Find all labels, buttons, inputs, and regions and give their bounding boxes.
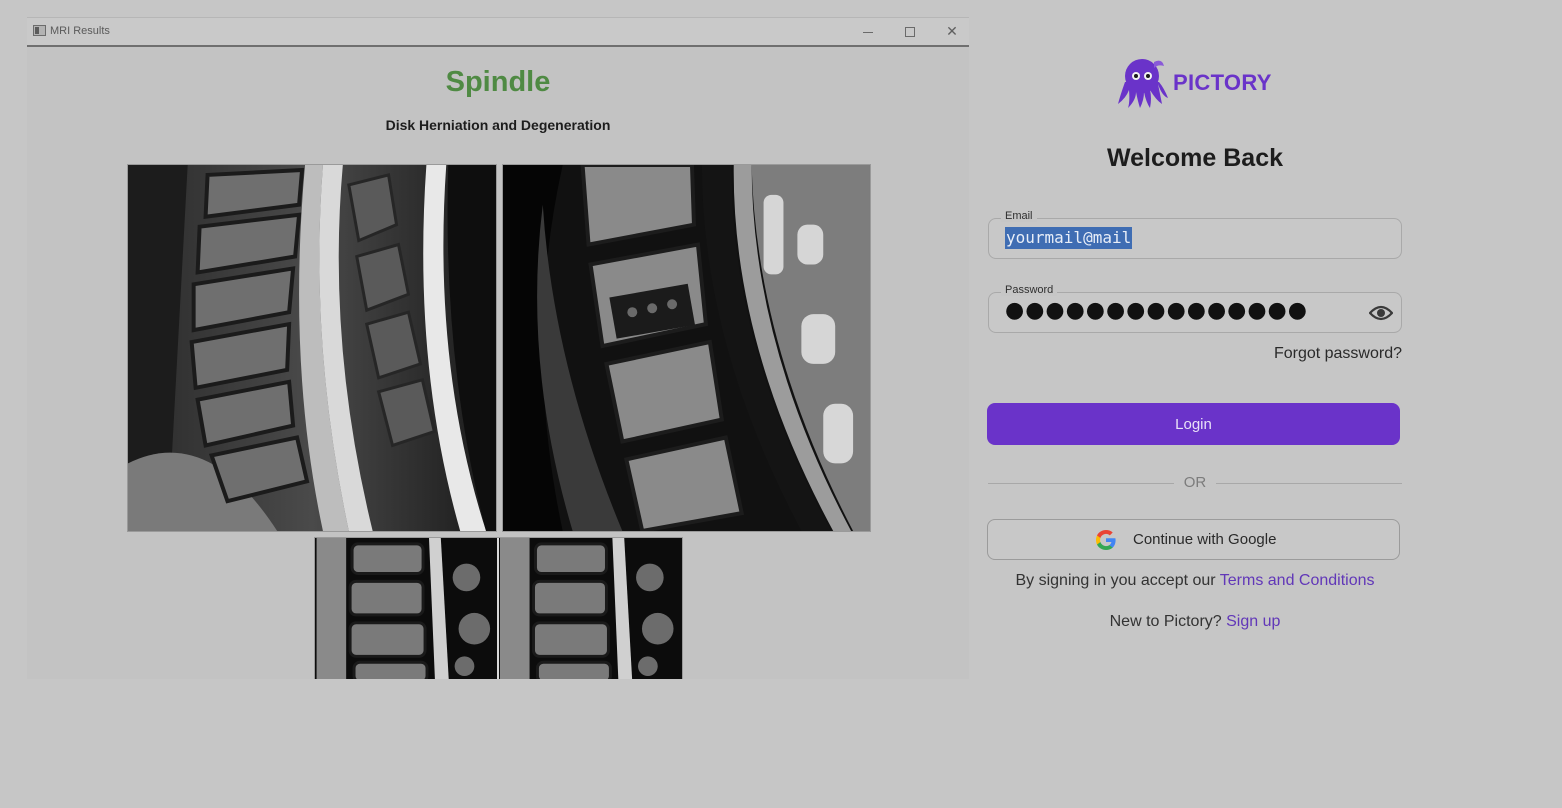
forgot-password-link[interactable]: Forgot password? [1180, 345, 1402, 363]
email-value[interactable]: yourmail@mail [1005, 227, 1133, 249]
continue-with-google-button[interactable]: Continue with Google [987, 519, 1400, 560]
divider-line [988, 483, 1174, 484]
mri-results-window: MRI Results ✕ Spindle Disk Herniation an… [27, 17, 969, 679]
close-button[interactable]: ✕ [937, 21, 967, 43]
signup-prefix: New to Pictory? [1109, 613, 1227, 630]
app-window-icon [33, 25, 46, 36]
signup-link[interactable]: Sign up [1226, 613, 1280, 630]
terms-prefix: By signing in you accept our [1015, 572, 1220, 589]
window-titlebar[interactable]: MRI Results ✕ [27, 18, 969, 47]
google-icon [1096, 530, 1116, 550]
google-button-label: Continue with Google [1133, 531, 1277, 548]
mri-scan-image [128, 165, 496, 531]
maximize-button[interactable] [895, 21, 925, 43]
terms-link[interactable]: Terms and Conditions [1220, 572, 1375, 589]
login-button[interactable]: Login [987, 403, 1400, 445]
close-icon: ✕ [946, 24, 958, 40]
password-label: Password [1001, 284, 1058, 296]
minimize-button[interactable] [853, 21, 883, 43]
maximize-icon [905, 27, 915, 37]
mri-scan-sagittal-t1 [502, 164, 871, 532]
eye-icon[interactable] [1369, 303, 1393, 323]
signup-notice: New to Pictory? Sign up [988, 613, 1402, 631]
brand-name: PICTORY [1173, 70, 1272, 95]
page-title: Welcome Back [1106, 144, 1283, 172]
window-title: MRI Results [50, 25, 110, 37]
terms-notice: By signing in you accept our Terms and C… [988, 572, 1402, 590]
minimize-icon [863, 31, 873, 33]
mri-scan-slices [314, 537, 683, 679]
mri-scan-sagittal-t2 [127, 164, 497, 532]
or-divider: OR [988, 473, 1402, 493]
mri-title: Spindle [445, 66, 551, 98]
or-text: OR [1183, 474, 1207, 491]
email-label: Email [1001, 210, 1037, 222]
mri-scan-image [503, 165, 870, 531]
mri-scan-image [316, 538, 681, 679]
brand-logo: PICTORY [1116, 56, 1276, 110]
mri-subtitle: Disk Herniation and Degeneration [385, 117, 611, 133]
password-value[interactable]: ●●●●●●●●●●●●●●● [1005, 298, 1308, 323]
password-field[interactable]: Password ●●●●●●●●●●●●●●● [988, 284, 1402, 333]
divider-line [1216, 483, 1402, 484]
email-field[interactable]: Email yourmail@mail [988, 210, 1402, 259]
octopus-logo-icon [1118, 59, 1168, 108]
